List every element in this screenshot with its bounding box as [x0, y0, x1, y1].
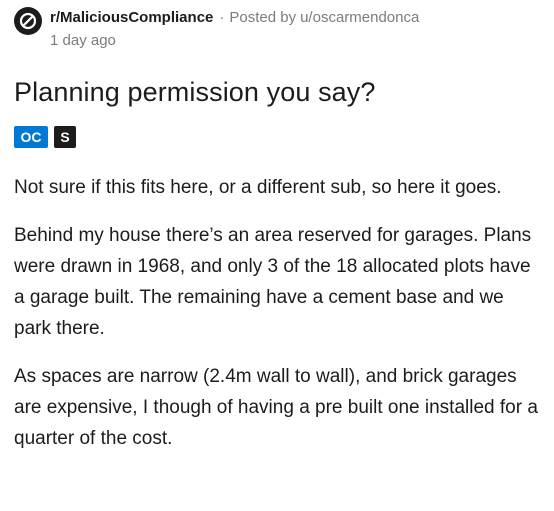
body-paragraph: Not sure if this fits here, or a differe…: [14, 177, 502, 198]
body-paragraph: As spaces are narrow (2.4m wall to wall)…: [14, 366, 538, 449]
meta-line: r/MaliciousCompliance · Posted by u/osca…: [50, 7, 419, 29]
post-body: Not sure if this fits here, or a differe…: [14, 172, 544, 471]
post-meta: r/MaliciousCompliance · Posted by u/osca…: [14, 7, 419, 51]
flair-list: OC S: [14, 126, 76, 148]
no-entry-icon: [19, 12, 37, 30]
post-timestamp[interactable]: 1 day ago: [50, 31, 419, 51]
meta-separator: ·: [219, 9, 225, 26]
post: r/MaliciousCompliance · Posted by u/osca…: [0, 0, 554, 511]
flair-s[interactable]: S: [54, 126, 76, 148]
author-link[interactable]: u/oscarmendonca: [300, 7, 419, 29]
body-paragraph: Behind my house there’s an area reserved…: [14, 225, 532, 339]
post-title[interactable]: Planning permission you say?: [14, 74, 376, 110]
subreddit-icon[interactable]: [14, 7, 42, 35]
subreddit-link[interactable]: r/MaliciousCompliance: [50, 7, 213, 29]
meta-text: r/MaliciousCompliance · Posted by u/osca…: [50, 7, 419, 51]
flair-oc[interactable]: OC: [14, 126, 48, 148]
posted-by-label: Posted by: [229, 9, 297, 26]
